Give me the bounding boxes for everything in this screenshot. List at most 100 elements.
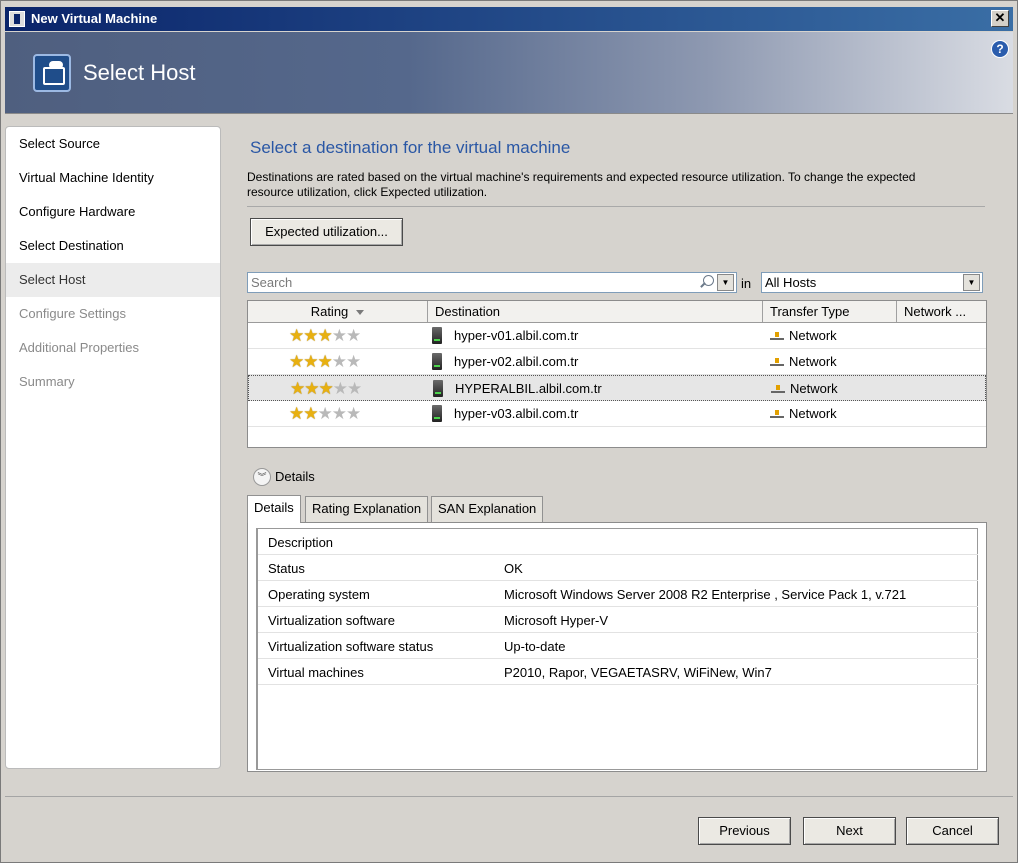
- property-key: Virtualization software status: [268, 639, 434, 654]
- cancel-button[interactable]: Cancel: [906, 817, 999, 845]
- destination-name: hyper-v01.albil.com.tr: [454, 328, 579, 343]
- help-icon[interactable]: ?: [991, 40, 1009, 58]
- page-title: Select Host: [83, 60, 196, 85]
- network-icon: [770, 410, 784, 418]
- details-toggle-label[interactable]: Details: [275, 469, 315, 484]
- footer-divider: [5, 796, 1013, 797]
- property-value: Microsoft Hyper-V: [504, 613, 609, 628]
- window-title: New Virtual Machine: [31, 11, 158, 26]
- server-icon: [432, 405, 442, 422]
- details-collapse-icon[interactable]: ︾: [253, 468, 271, 486]
- column-header-destination[interactable]: Destination: [428, 301, 763, 322]
- nav-item-configure-hardware[interactable]: Configure Hardware: [6, 195, 220, 229]
- details-tab-panel: Description Status OK Operating system Micr…: [247, 522, 987, 772]
- nav-item-select-destination[interactable]: Select Destination: [6, 229, 220, 263]
- title-bar: New Virtual Machine ✕: [5, 7, 1013, 31]
- property-key: Operating system: [268, 587, 370, 602]
- close-button[interactable]: ✕: [991, 10, 1009, 27]
- host-grid: Rating Destination Transfer Type Network…: [247, 300, 987, 448]
- nav-item-summary: Summary: [19, 374, 75, 389]
- column-header-network[interactable]: Network ...: [897, 301, 986, 322]
- wizard-header: Select Host ?: [5, 32, 1013, 114]
- transfer-type: Network: [789, 406, 837, 421]
- property-key: Virtual machines: [268, 665, 364, 680]
- tab-details[interactable]: Details: [247, 495, 301, 523]
- star-filled-icon: ★: [289, 404, 304, 423]
- star-empty-icon: ★: [331, 404, 347, 423]
- star-empty-icon: ★: [346, 326, 361, 345]
- nav-item-additional-properties: Additional Properties: [19, 340, 139, 355]
- nav-item-select-host[interactable]: Select Host: [6, 263, 220, 297]
- table-row[interactable]: ★★★★★ hyper-v03.albil.com.tr Network: [248, 401, 986, 427]
- nav-item-virtual-machine-identity[interactable]: Virtual Machine Identity: [6, 161, 220, 195]
- virtual-machine-icon: [33, 54, 71, 92]
- rating-stars: ★★★★★: [290, 379, 362, 398]
- star-filled-icon: ★: [289, 326, 304, 345]
- expected-utilization-button[interactable]: Expected utilization...: [250, 218, 403, 246]
- star-filled-icon: ★: [303, 352, 318, 371]
- star-empty-icon: ★: [346, 352, 361, 371]
- table-row[interactable]: ★★★★★ HYPERALBIL.albil.com.tr Network: [248, 375, 986, 401]
- tab-rating-explanation[interactable]: Rating Explanation: [305, 496, 429, 522]
- star-empty-icon: ★: [331, 352, 347, 371]
- star-empty-icon: ★: [331, 326, 347, 345]
- search-icon[interactable]: [700, 275, 714, 289]
- property-value: Microsoft Windows Server 2008 R2 Enterpr…: [504, 587, 907, 602]
- property-value: P2010, Rapor, VEGAETASRV, WiFiNew, Win7: [504, 665, 772, 680]
- property-key: Virtualization software: [268, 613, 395, 628]
- property-row: Virtual machines P2010, Rapor, VEGAETASRV…: [258, 659, 978, 685]
- table-row[interactable]: ★★★★★ hyper-v02.albil.com.tr Network: [248, 349, 986, 375]
- network-icon: [770, 358, 784, 366]
- destination-name: HYPERALBIL.albil.com.tr: [455, 381, 602, 396]
- server-icon: [432, 327, 442, 344]
- wizard-window: New Virtual Machine ✕ Select Host ? Sele…: [0, 0, 1018, 863]
- wizard-nav: Select Source Virtual Machine Identity C…: [5, 126, 221, 769]
- property-row: Operating system Microsoft Windows Server…: [258, 581, 978, 607]
- server-icon: [432, 353, 442, 370]
- properties-list: Description Status OK Operating system Micr…: [256, 528, 978, 770]
- rating-stars: ★★★★★: [289, 352, 361, 371]
- transfer-type: Network: [789, 328, 837, 343]
- star-filled-icon: ★: [317, 352, 333, 371]
- star-filled-icon: ★: [303, 404, 318, 423]
- host-scope-select[interactable]: All Hosts ▼: [761, 272, 983, 293]
- star-filled-icon: ★: [317, 326, 333, 345]
- destination-name: hyper-v03.albil.com.tr: [454, 406, 579, 421]
- star-empty-icon: ★: [317, 404, 333, 423]
- chevron-down-icon[interactable]: ▼: [963, 274, 980, 291]
- section-heading: Select a destination for the virtual mac…: [250, 138, 571, 157]
- rating-stars: ★★★★★: [289, 404, 361, 423]
- search-placeholder: Search: [251, 275, 293, 290]
- network-icon: [771, 385, 785, 393]
- host-scope-value: All Hosts: [765, 275, 817, 290]
- property-key: Status: [268, 561, 305, 576]
- divider: [247, 206, 985, 207]
- star-filled-icon: ★: [289, 352, 304, 371]
- property-row: Virtualization software Microsoft Hyper-V: [258, 607, 978, 633]
- column-header-transfer-type[interactable]: Transfer Type: [763, 301, 897, 322]
- section-description: Destinations are rated based on the virt…: [247, 170, 916, 199]
- search-input[interactable]: Search ▼: [247, 272, 737, 293]
- star-empty-icon: ★: [332, 379, 348, 398]
- sort-descending-icon: [356, 310, 365, 316]
- search-options-dropdown-icon[interactable]: ▼: [717, 274, 734, 291]
- nav-item-select-source[interactable]: Select Source: [6, 127, 220, 161]
- star-empty-icon: ★: [347, 379, 362, 398]
- property-value: Up-to-date: [504, 639, 566, 654]
- transfer-type: Network: [789, 354, 837, 369]
- column-header-rating[interactable]: Rating: [248, 301, 428, 322]
- previous-button[interactable]: Previous: [698, 817, 791, 845]
- property-row: Status OK: [258, 555, 978, 581]
- search-in-label: in: [741, 276, 752, 291]
- transfer-type: Network: [790, 381, 838, 396]
- star-filled-icon: ★: [318, 379, 334, 398]
- star-filled-icon: ★: [290, 379, 305, 398]
- star-filled-icon: ★: [303, 326, 318, 345]
- server-icon: [433, 380, 443, 397]
- next-button[interactable]: Next: [803, 817, 896, 845]
- star-filled-icon: ★: [304, 379, 319, 398]
- tab-san-explanation[interactable]: SAN Explanation: [431, 496, 544, 522]
- property-value: OK: [504, 561, 523, 576]
- table-row[interactable]: ★★★★★ hyper-v01.albil.com.tr Network: [248, 323, 986, 349]
- rating-stars: ★★★★★: [289, 326, 361, 345]
